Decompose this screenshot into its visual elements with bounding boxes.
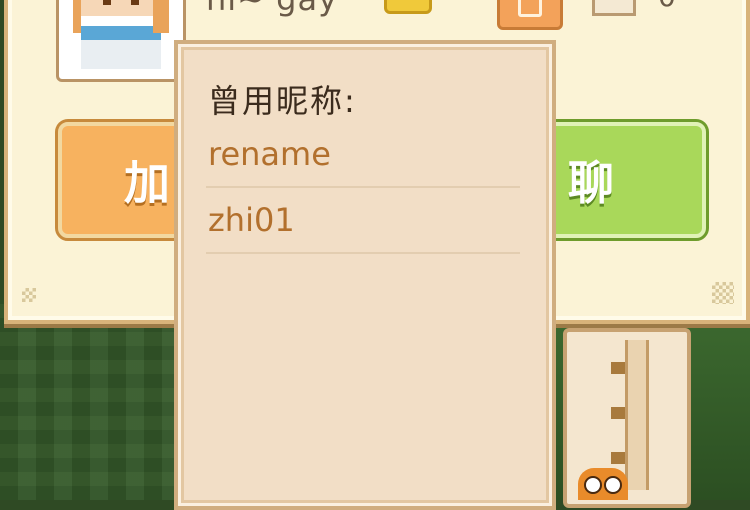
avatar-eye <box>103 0 111 5</box>
avatar-hair <box>153 0 169 33</box>
card-corner-decoration <box>22 288 36 302</box>
robe-button <box>611 452 625 464</box>
player-name[interactable]: hi~ gay <box>206 0 338 18</box>
avatar-face <box>81 0 161 69</box>
nickname-item: zhi01 <box>206 188 520 254</box>
robe-button <box>611 407 625 419</box>
player-avatar[interactable] <box>56 0 186 82</box>
item-count-icon <box>592 0 636 16</box>
avatar-eye <box>131 0 139 5</box>
popup-title: 曾用昵称: <box>208 82 357 120</box>
nickname-item: rename <box>206 122 520 188</box>
character-robe-stripe <box>625 340 649 490</box>
profile-action-button[interactable] <box>497 0 563 30</box>
mascot-eyes-icon <box>578 468 628 500</box>
card-corner-decoration <box>712 282 734 304</box>
mascot-eye <box>604 476 622 494</box>
item-count: 0 <box>658 0 676 13</box>
mascot-eye <box>584 476 602 494</box>
nickname-history-popup: 曾用昵称: rename zhi01 <box>174 40 556 510</box>
robe-button <box>611 362 625 374</box>
vip-badge-icon <box>384 0 432 14</box>
player-character <box>548 318 698 508</box>
